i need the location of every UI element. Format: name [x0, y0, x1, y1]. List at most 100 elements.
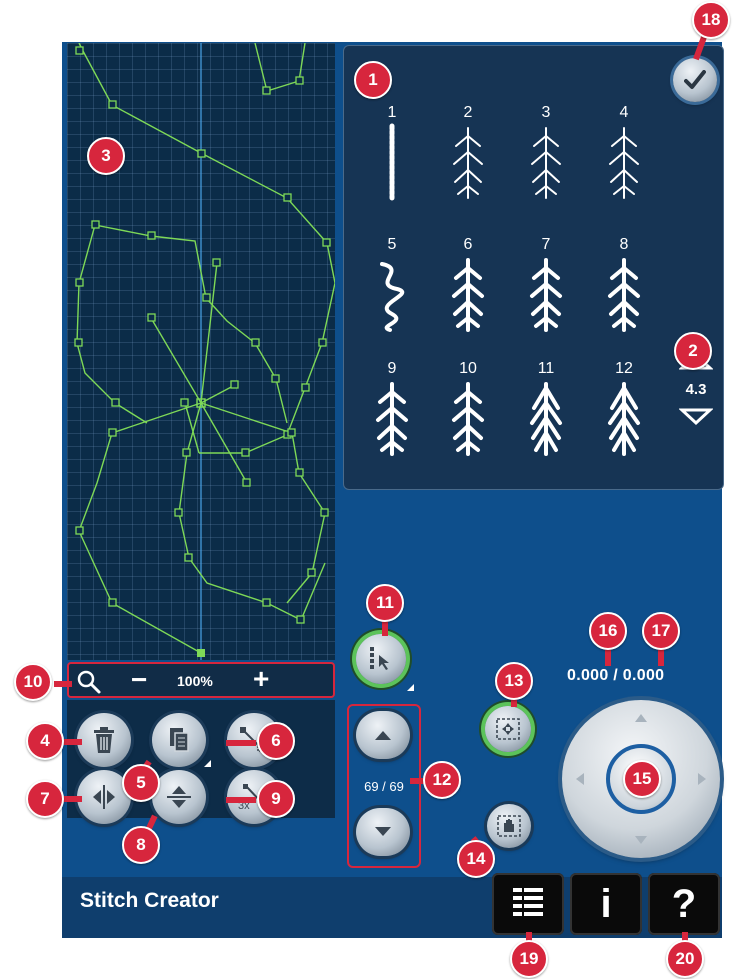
callout-pointer	[658, 648, 664, 666]
stitch-number: 4	[619, 104, 629, 121]
callout-badge: 4	[26, 722, 64, 760]
move-mode-button[interactable]	[485, 706, 531, 752]
callout-badge: 11	[366, 584, 404, 622]
stitch-option[interactable]: 12	[584, 354, 664, 474]
options-corner-icon	[204, 760, 211, 767]
help-button[interactable]: ?	[648, 873, 720, 935]
wheel-right-icon	[698, 773, 706, 785]
callout-badge: 16	[589, 612, 627, 650]
duplicate-button[interactable]	[152, 713, 206, 767]
select-point-button[interactable]	[356, 634, 406, 684]
stitch-option[interactable]: 7	[506, 230, 586, 350]
callout-badge: 20	[666, 940, 704, 978]
select-point-icon	[366, 645, 396, 673]
stitch-option[interactable]: 1	[352, 98, 432, 218]
stitch-number: 5	[387, 236, 397, 253]
stitch-option[interactable]: 8	[584, 230, 664, 350]
coordinate-separator: /	[613, 667, 619, 684]
magnifier-icon[interactable]	[76, 669, 102, 700]
next-point-button[interactable]	[356, 808, 410, 856]
trash-icon	[91, 726, 117, 754]
callout-badge: 2	[674, 332, 712, 370]
callout-badge: 17	[642, 612, 680, 650]
stitch-pattern-icon	[452, 382, 484, 456]
stitch-option[interactable]: 4	[584, 98, 664, 218]
stitch-option[interactable]: 11	[506, 354, 586, 474]
callout-badge: 19	[510, 940, 548, 978]
app-title: Stitch Creator	[80, 889, 219, 912]
stitch-number: 1	[387, 104, 397, 121]
stitch-pattern-icon	[531, 127, 561, 199]
y-coordinate: 0.000	[622, 667, 665, 684]
wheel-up-icon	[635, 714, 647, 722]
scroll-down-button[interactable]	[672, 408, 720, 431]
callout-pointer	[226, 740, 256, 746]
move-selection-icon	[495, 717, 521, 741]
stitch-number: 10	[459, 360, 477, 377]
stitch-number: 3	[541, 104, 551, 121]
callout-badge: 6	[257, 722, 295, 760]
callout-badge: 14	[457, 840, 495, 878]
ok-button[interactable]	[673, 58, 717, 102]
stitch-option[interactable]: 2	[428, 98, 508, 218]
callout-pointer	[54, 681, 72, 687]
stitch-pattern-icon	[530, 258, 562, 332]
stitch-option[interactable]: 10	[428, 354, 508, 474]
callout-pointer	[605, 648, 611, 666]
stitch-option[interactable]: 3	[506, 98, 586, 218]
mirror-vertical-button[interactable]	[152, 770, 206, 824]
stitch-option[interactable]: 5	[352, 230, 432, 350]
callout-pointer	[382, 620, 388, 636]
callout-badge: 13	[495, 662, 533, 700]
point-count: 69 / 69	[364, 779, 404, 794]
x-coordinate: 0.000	[567, 667, 609, 684]
stitch-number: 7	[541, 236, 551, 253]
stitch-pattern-icon	[609, 127, 639, 199]
triangle-down-icon	[678, 408, 714, 426]
callout-badge: 1	[354, 61, 392, 99]
stitch-menu-button[interactable]	[492, 873, 564, 935]
stitch-option[interactable]: 9	[352, 354, 432, 474]
zoom-bar: − 100% +	[67, 662, 335, 698]
wheel-left-icon	[576, 773, 584, 785]
info-button[interactable]: i	[570, 873, 642, 935]
stitch-pattern-icon	[380, 262, 405, 332]
stitch-number: 2	[463, 104, 473, 121]
arrow-up-icon	[373, 729, 393, 741]
stitch-number: 11	[537, 360, 555, 377]
copy-icon	[166, 726, 192, 754]
stitch-number: 8	[619, 236, 629, 253]
pan-button[interactable]	[487, 804, 531, 848]
callout-badge: 5	[122, 764, 160, 802]
arrow-down-icon	[373, 826, 393, 838]
callout-badge: 7	[26, 780, 64, 818]
stitch-number: 9	[387, 360, 397, 377]
delete-button[interactable]	[77, 713, 131, 767]
callout-badge: 18	[692, 1, 730, 39]
previous-point-button[interactable]	[356, 711, 410, 759]
stitch-design	[74, 43, 335, 660]
callout-pointer	[226, 797, 256, 803]
zoom-in-button[interactable]: +	[253, 665, 269, 693]
hand-icon	[496, 814, 522, 838]
stitch-number: 12	[615, 360, 633, 377]
options-corner-icon	[407, 684, 414, 691]
help-icon: ?	[671, 881, 697, 926]
zoom-out-button[interactable]: −	[131, 666, 147, 694]
mirror-side-icon	[90, 784, 118, 810]
stitch-pattern-icon	[608, 382, 640, 456]
callout-badge: 3	[87, 137, 125, 175]
callout-badge: 10	[14, 663, 52, 701]
stitch-scroll-control: 4.3	[672, 352, 720, 472]
callout-badge: 12	[423, 761, 461, 799]
stitch-number: 6	[463, 236, 473, 253]
stitch-pattern-icon	[452, 258, 484, 332]
coordinates-readout: 0.000 / 0.000	[567, 667, 664, 685]
list-icon	[512, 887, 544, 922]
zoom-level: 100%	[177, 673, 213, 689]
stitch-pattern-icon	[530, 382, 562, 456]
wheel-down-icon	[635, 836, 647, 844]
stitch-option[interactable]: 6	[428, 230, 508, 350]
stitch-canvas[interactable]	[67, 43, 335, 660]
stitch-pattern-icon	[453, 127, 483, 199]
